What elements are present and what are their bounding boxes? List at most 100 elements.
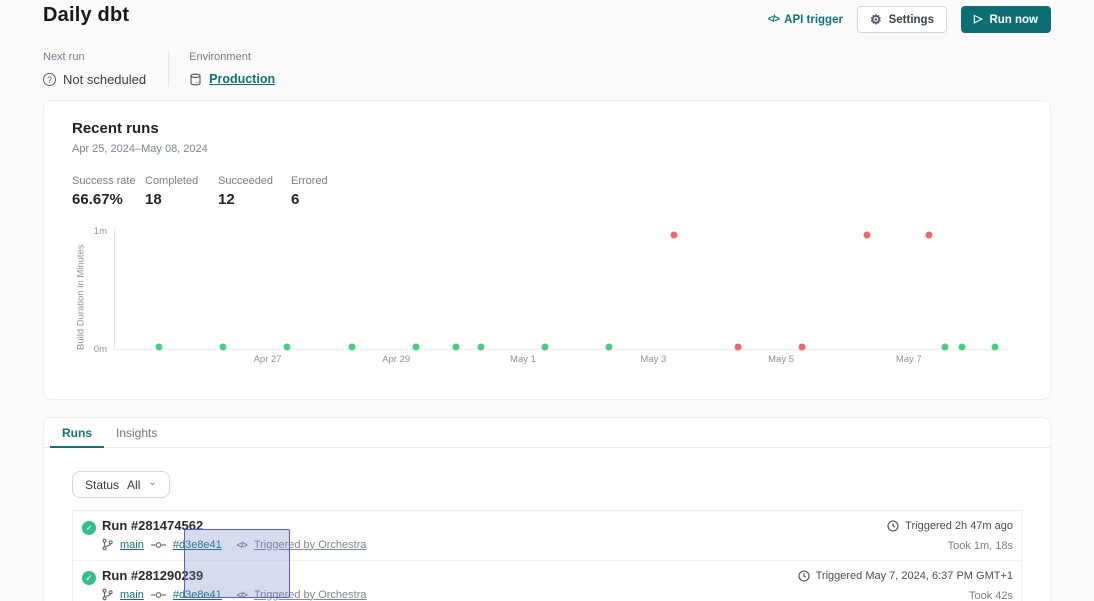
next-run-text: Not scheduled	[63, 72, 146, 87]
chart-x-ticks: Apr 27Apr 29May 1May 3May 5May 7	[114, 354, 1007, 370]
commit-icon	[151, 541, 166, 549]
run-dot-success[interactable]	[541, 343, 548, 350]
run-row-1[interactable]: ✓ Run #281474562 main	[73, 511, 1021, 561]
run-title: Run #281290239	[102, 568, 798, 583]
settings-button[interactable]: ⚙ Settings	[857, 6, 947, 33]
run-dot-success[interactable]	[452, 343, 459, 350]
code-icon: </>	[768, 14, 779, 25]
stat-value: 6	[291, 191, 363, 208]
stat-completed: Completed 18	[145, 175, 217, 208]
run-dot-error[interactable]	[798, 343, 805, 350]
run-dot-success[interactable]	[219, 343, 226, 350]
run-dot-error[interactable]	[734, 343, 741, 350]
commit-link[interactable]: #d3e8e41	[173, 539, 222, 551]
tab-insights[interactable]: Insights	[104, 418, 169, 447]
chart-y-ticks: 1m 0m	[90, 230, 114, 350]
code-icon: </>	[237, 590, 247, 600]
x-tick-label: May 3	[640, 354, 666, 365]
stat-label: Completed	[145, 175, 217, 187]
environment-label: Environment	[189, 51, 275, 63]
code-icon: </>	[237, 540, 247, 550]
chevron-down-icon: ⌄	[148, 480, 156, 485]
settings-label: Settings	[889, 14, 934, 26]
chart-y-axis-label: Build Duration in Minutes	[72, 230, 90, 350]
status-filter-label: Status	[85, 478, 119, 492]
next-run-block: Next run ? Not scheduled	[43, 51, 168, 87]
stat-value: 12	[218, 191, 290, 208]
run-dot-success[interactable]	[941, 343, 948, 350]
status-filter-value: All	[127, 478, 140, 492]
run-duration: Took 42s	[798, 590, 1013, 601]
job-meta: Next run ? Not scheduled Environment Pro…	[0, 33, 1094, 87]
x-tick-label: May 1	[510, 354, 536, 365]
triggered-by-link[interactable]: Triggered by Orchestra	[254, 589, 367, 601]
run-dot-error[interactable]	[926, 231, 933, 238]
y-tick-0m: 0m	[94, 345, 107, 355]
run-now-button[interactable]: ▷ Run now	[961, 6, 1051, 33]
x-tick-label: Apr 27	[254, 354, 282, 365]
run-dot-error[interactable]	[863, 231, 870, 238]
environment-block: Environment Production	[168, 51, 297, 87]
page-title: Daily dbt	[43, 4, 129, 27]
run-dot-success[interactable]	[413, 343, 420, 350]
success-check-icon: ✓	[82, 571, 96, 585]
next-run-label: Next run	[43, 51, 146, 63]
tab-runs[interactable]: Runs	[50, 418, 104, 447]
run-dot-error[interactable]	[671, 231, 678, 238]
run-triggered-time: Triggered 2h 47m ago	[887, 520, 1013, 532]
database-icon	[189, 73, 202, 86]
stat-errored: Errored 6	[291, 175, 363, 208]
git-branch-icon	[102, 588, 113, 601]
stat-value: 66.67%	[72, 191, 144, 208]
y-tick-1m: 1m	[94, 227, 107, 237]
build-duration-chart: Build Duration in Minutes 1m 0m Apr 27 Ap…	[72, 230, 1022, 370]
commit-link[interactable]: #d3e8e41	[173, 589, 222, 601]
success-check-icon: ✓	[82, 521, 96, 535]
next-run-value: ? Not scheduled	[43, 72, 146, 87]
filter-row: Status All ⌄	[44, 448, 1050, 510]
gear-icon: ⚙	[870, 13, 882, 26]
recent-runs-card: Recent runs Apr 25, 2024–May 08, 2024 Su…	[43, 100, 1051, 400]
tab-runs-label: Runs	[62, 426, 92, 440]
stat-label: Succeeded	[218, 175, 290, 187]
run-now-label: Run now	[989, 14, 1038, 26]
tab-bar: Runs Insights	[44, 418, 1050, 448]
run-triggered-time: Triggered May 7, 2024, 6:37 PM GMT+1	[798, 570, 1013, 582]
page-header: Daily dbt </> API trigger ⚙ Settings ▷ R…	[0, 0, 1094, 33]
commit-icon	[151, 591, 166, 599]
question-circle-icon: ?	[43, 73, 56, 86]
api-trigger-label: API trigger	[784, 14, 843, 26]
stat-label: Errored	[291, 175, 363, 187]
branch-link[interactable]: main	[120, 589, 144, 601]
run-dot-success[interactable]	[606, 343, 613, 350]
clock-icon	[798, 570, 810, 582]
run-row-2[interactable]: ✓ Run #281290239 main	[73, 561, 1021, 601]
run-dot-success[interactable]	[155, 343, 162, 350]
run-meta: main #d3e8e41 </> Triggered by Orchestra	[102, 538, 887, 551]
environment-link[interactable]: Production	[209, 72, 275, 86]
run-duration: Took 1m, 18s	[887, 540, 1013, 552]
run-dot-success[interactable]	[284, 343, 291, 350]
x-tick-label: May 7	[896, 354, 922, 365]
stat-succeeded: Succeeded 12	[218, 175, 290, 208]
status-filter-dropdown[interactable]: Status All ⌄	[72, 471, 170, 498]
stat-label: Success rate	[72, 175, 144, 187]
x-tick-label: Apr 29	[382, 354, 410, 365]
triggered-by-link[interactable]: Triggered by Orchestra	[254, 539, 367, 551]
play-icon: ▷	[974, 14, 982, 25]
api-trigger-link[interactable]: </> API trigger	[768, 14, 843, 26]
run-dot-success[interactable]	[958, 343, 965, 350]
stats-row: Success rate 66.67% Completed 18 Succeed…	[72, 175, 1022, 208]
recent-runs-date-range: Apr 25, 2024–May 08, 2024	[72, 143, 1022, 155]
stat-success-rate: Success rate 66.67%	[72, 175, 144, 208]
run-meta: main #d3e8e41 </> Triggered by Orchestra	[102, 588, 798, 601]
branch-link[interactable]: main	[120, 539, 144, 551]
clock-icon	[887, 520, 899, 532]
run-dot-success[interactable]	[991, 343, 998, 350]
run-dot-success[interactable]	[477, 343, 484, 350]
recent-runs-title: Recent runs	[72, 120, 1022, 137]
tab-insights-label: Insights	[116, 426, 157, 440]
chart-plot	[114, 230, 1007, 350]
runs-card: Runs Insights Status All ⌄ ✓ Run #281474…	[43, 417, 1051, 601]
run-dot-success[interactable]	[349, 343, 356, 350]
